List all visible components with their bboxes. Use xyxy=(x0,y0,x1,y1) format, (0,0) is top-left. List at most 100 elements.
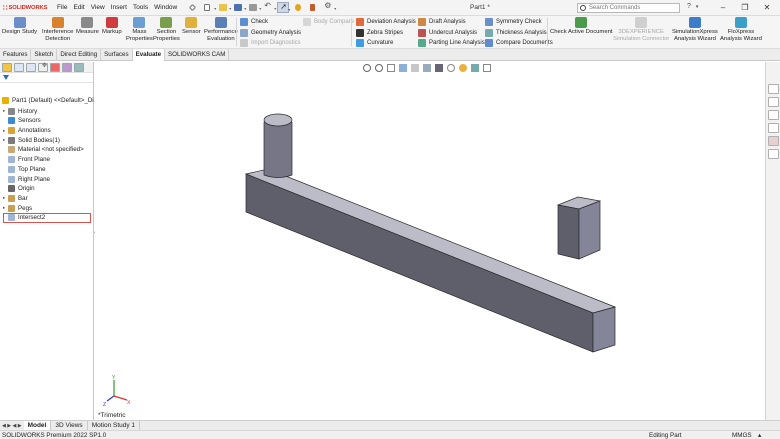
bottom-tabs: ◀ ▶ ◀ ▶ Model 3D Views Motion Study 1 xyxy=(0,420,780,431)
design-library-icon[interactable] xyxy=(768,97,779,107)
feature-manager-tab-icon[interactable] xyxy=(2,62,12,72)
tree-item-material-not-specified[interactable]: Material <not specified> xyxy=(3,145,84,155)
tree-item-origin[interactable]: Origin xyxy=(3,184,35,194)
close-icon[interactable]: ✕ xyxy=(760,2,774,13)
tab-evaluate[interactable]: Evaluate xyxy=(132,49,166,61)
bar-side-face[interactable] xyxy=(592,306,616,353)
bar-front-face[interactable] xyxy=(245,173,594,353)
design-study-button[interactable]: Design Study xyxy=(2,17,37,36)
pin-icon[interactable] xyxy=(187,2,199,13)
print-icon[interactable]: ▾ xyxy=(247,2,261,13)
rebuild-icon[interactable] xyxy=(292,2,304,13)
undo-icon[interactable]: ↶ ▾ xyxy=(262,1,276,13)
file-explorer-icon[interactable] xyxy=(768,110,779,120)
compare-documents-button[interactable]: Compare Documents xyxy=(485,38,553,48)
tree-item-annotations[interactable]: ▸ Annotations xyxy=(3,126,51,136)
select-icon[interactable]: ➚ ▾ xyxy=(277,2,290,13)
menu-tools[interactable]: Tools xyxy=(133,4,148,11)
ribbon-label: Measure xyxy=(76,29,99,35)
new-document-icon[interactable]: ▾ xyxy=(202,2,216,13)
view-palette-icon[interactable] xyxy=(768,123,779,133)
symmetry-check-button[interactable]: Symmetry Check xyxy=(485,17,542,27)
help-dropdown-icon[interactable]: ▾ xyxy=(696,4,699,10)
check-active-document-button[interactable]: Check Active Document xyxy=(550,17,613,36)
section-properties-button[interactable]: Section Properties xyxy=(153,17,180,43)
tree-root[interactable]: Part1 (Default) <<Default>_Di xyxy=(2,96,94,106)
tab-nav-arrows[interactable]: ◀ ▶ ◀ ▶ xyxy=(0,421,24,430)
tab-features[interactable]: Features xyxy=(0,49,32,61)
check-button[interactable]: Check xyxy=(240,17,268,27)
panel-move-icon[interactable]: ✥ xyxy=(42,62,47,69)
appearances-icon[interactable] xyxy=(768,136,779,146)
help-icon[interactable]: ? xyxy=(687,3,691,10)
cam-tab-icon[interactable] xyxy=(62,62,72,72)
tree-item-solid-bodies-1[interactable]: ▸ Solid Bodies(1) xyxy=(3,135,60,145)
curvature-button[interactable]: Curvature xyxy=(356,38,393,48)
menu-file[interactable]: File xyxy=(57,4,67,11)
maximize-icon[interactable]: ❐ xyxy=(738,2,752,13)
block-peg-front[interactable] xyxy=(557,204,580,260)
tab-direct-editing[interactable]: Direct Editing xyxy=(57,49,102,61)
undercut-analysis-button[interactable]: Undercut Analysis xyxy=(418,28,477,38)
search-commands[interactable]: Search Commands xyxy=(577,3,680,13)
menu-window[interactable]: Window xyxy=(154,4,177,11)
bar-with-pegs-model[interactable] xyxy=(244,113,617,353)
simulationxpress-button[interactable]: SimulationXpress Analysis Wizard xyxy=(672,17,718,43)
menu-view[interactable]: View xyxy=(91,4,105,11)
save-icon[interactable]: ▾ xyxy=(232,2,246,13)
body-compare-button[interactable]: Body Compare xyxy=(303,17,354,27)
units-dropdown-icon[interactable]: ▴ xyxy=(758,432,761,439)
draft-analysis-button[interactable]: Draft Analysis xyxy=(418,17,466,27)
ribbon-label: FloXpress Analysis Wizard xyxy=(720,29,762,42)
display-manager-tab-icon[interactable] xyxy=(50,62,60,72)
solid-bodies-icon xyxy=(8,136,15,144)
model-view[interactable]: Y X Z xyxy=(95,62,765,420)
configuration-manager-tab-icon[interactable] xyxy=(26,62,36,72)
tab-surfaces[interactable]: Surfaces xyxy=(101,49,133,61)
cylinder-peg-top[interactable] xyxy=(263,113,293,127)
triad-y-label: Y xyxy=(112,375,116,381)
import-diagnostics-button[interactable]: Import Diagnostics xyxy=(240,38,301,48)
thickness-analysis-button[interactable]: Thickness Analysis xyxy=(485,28,547,38)
file-properties-icon[interactable] xyxy=(307,2,319,13)
solidworks-logo[interactable]: ∷ SOLIDWORKS xyxy=(3,4,57,12)
parting-line-analysis-button[interactable]: Parting Line Analysis xyxy=(418,38,485,48)
tree-item-top-plane[interactable]: Top Plane xyxy=(3,165,46,175)
interference-detection-button[interactable]: Interference Detection xyxy=(42,17,73,43)
options-icon[interactable]: ⚙ ▾ xyxy=(322,1,336,13)
custom-properties-icon[interactable] xyxy=(768,149,779,159)
measure-button[interactable]: Measure xyxy=(76,17,99,36)
open-icon[interactable]: ▾ xyxy=(217,2,231,13)
cylinder-peg-side[interactable] xyxy=(263,122,293,178)
tree-item-bar[interactable]: ▸ Bar xyxy=(3,194,28,204)
minimize-icon[interactable]: – xyxy=(716,2,730,13)
cam-tree-tab-icon[interactable] xyxy=(74,62,84,72)
menu-edit[interactable]: Edit xyxy=(73,4,84,11)
status-units[interactable]: MMGS xyxy=(732,432,752,439)
property-manager-tab-icon[interactable] xyxy=(14,62,24,72)
floxpress-button[interactable]: FloXpress Analysis Wizard xyxy=(720,17,762,43)
tab-solidworks-cam[interactable]: SOLIDWORKS CAM xyxy=(165,49,230,61)
triad-x-axis xyxy=(113,395,128,401)
graphics-area[interactable]: Y X Z *Trimetric xyxy=(95,62,765,420)
mass-properties-button[interactable]: Mass Properties xyxy=(126,17,153,43)
markup-button[interactable]: Markup xyxy=(102,17,122,36)
tab-sketch[interactable]: Sketch xyxy=(31,49,58,61)
geometry-analysis-button[interactable]: Geometry Analysis xyxy=(240,28,301,38)
zebra-stripes-button[interactable]: Zebra Stripes xyxy=(356,28,403,38)
triad-z-axis xyxy=(106,395,115,402)
menu-insert[interactable]: Insert xyxy=(111,4,127,11)
tree-item-right-plane[interactable]: Right Plane xyxy=(3,174,50,184)
tree-item-label: Front Plane xyxy=(18,156,50,164)
performance-evaluation-button[interactable]: Performance Evaluation xyxy=(204,17,238,43)
deviation-analysis-button[interactable]: Deviation Analysis xyxy=(356,17,416,27)
block-peg-side[interactable] xyxy=(578,200,601,260)
sensor-button[interactable]: Sensor xyxy=(182,17,201,36)
tree-filter[interactable] xyxy=(0,73,93,83)
ribbon-label: Symmetry Check xyxy=(496,19,542,25)
tree-item-history[interactable]: ▸ History xyxy=(3,106,37,116)
simulation-connector-button[interactable]: 3DEXPERIENCE Simulation Connector xyxy=(613,17,669,43)
tree-item-front-plane[interactable]: Front Plane xyxy=(3,155,50,165)
tree-item-sensors[interactable]: Sensors xyxy=(3,116,41,126)
solidworks-resources-icon[interactable] xyxy=(768,84,779,94)
